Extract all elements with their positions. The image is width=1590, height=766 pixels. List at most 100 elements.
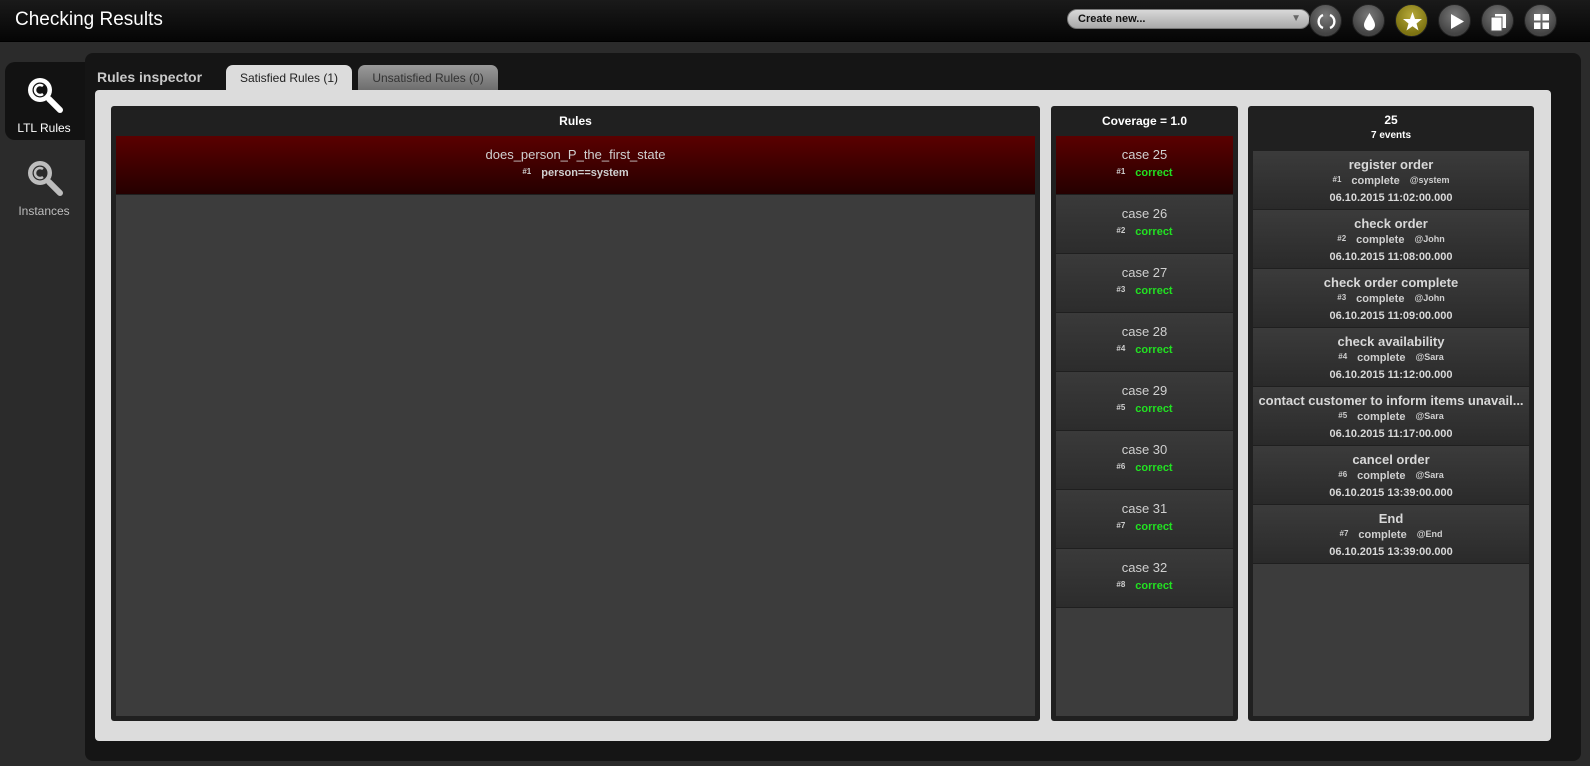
rule-name: does_person_P_the_first_state — [485, 147, 666, 162]
event-row[interactable]: contact customer to inform items unavail… — [1253, 387, 1529, 446]
rules-list: does_person_P_the_first_state #1 person==… — [116, 136, 1035, 716]
event-number: #2 — [1337, 234, 1347, 243]
rules-inspector-label: Rules inspector — [97, 69, 203, 85]
case-status: correct — [1135, 521, 1173, 533]
event-meta: #1 complete @system — [1253, 175, 1529, 187]
event-name: contact customer to inform items unavail… — [1258, 393, 1524, 408]
case-row[interactable]: case 32 #8 correct — [1056, 549, 1233, 608]
case-status: correct — [1135, 462, 1173, 474]
events-column: 25 7 events register order #1 complete @sy… — [1248, 106, 1534, 721]
case-row[interactable]: case 29 #5 correct — [1056, 372, 1233, 431]
event-name: check order — [1354, 216, 1428, 231]
event-row[interactable]: check availability #4 complete @Sara 06.10… — [1253, 328, 1529, 387]
sidebar-item-instances[interactable]: Instances — [5, 145, 85, 223]
case-name: case 28 — [1121, 324, 1168, 339]
case-status: correct — [1135, 580, 1173, 592]
case-row[interactable]: case 28 #4 correct — [1056, 313, 1233, 372]
event-number: #3 — [1337, 293, 1347, 302]
case-number: #1 — [1116, 167, 1126, 176]
event-meta: #5 complete @Sara — [1253, 411, 1529, 423]
event-resource: @End — [1416, 529, 1443, 539]
case-number: #6 — [1116, 462, 1126, 471]
rules-column: Rules does_person_P_the_first_state #1 pe… — [111, 106, 1040, 721]
event-lifecycle: complete — [1351, 175, 1400, 187]
case-detail: #3 correct — [1056, 285, 1233, 297]
event-number: #5 — [1338, 411, 1348, 420]
sidebar-item-ltl-rules[interactable]: LTL Rules — [5, 62, 85, 140]
case-row[interactable]: case 30 #6 correct — [1056, 431, 1233, 490]
tab-unsatisfied-rules[interactable]: Unsatisfied Rules (0) — [358, 65, 498, 91]
star-button[interactable] — [1395, 4, 1428, 37]
sidebar: LTL Rules Instances — [0, 42, 85, 766]
content-area: Rules does_person_P_the_first_state #1 pe… — [95, 90, 1551, 741]
event-timestamp: 06.10.2015 11:09:00.000 — [1329, 310, 1453, 322]
case-status: correct — [1135, 285, 1173, 297]
case-row[interactable]: case 25 #1 correct — [1056, 136, 1233, 195]
create-new-select[interactable]: Create new... ▼ — [1067, 9, 1310, 29]
event-resource: @John — [1414, 293, 1445, 303]
copy-icon — [1490, 14, 1506, 32]
dropdown-arrow-icon: ▼ — [1291, 13, 1301, 24]
events-case-id: 25 — [1384, 113, 1398, 127]
case-number: #2 — [1116, 226, 1126, 235]
case-name: case 25 — [1121, 147, 1168, 162]
event-number: #4 — [1338, 352, 1348, 361]
event-lifecycle: complete — [1357, 352, 1406, 364]
rule-number: #1 — [522, 167, 532, 176]
event-name: check order complete — [1323, 275, 1459, 290]
event-row[interactable]: register order #1 complete @system 06.10.2… — [1253, 151, 1529, 210]
grid-icon — [1534, 14, 1549, 29]
sync-icon — [1317, 13, 1336, 30]
create-new-label: Create new... — [1078, 13, 1146, 25]
event-name: check availability — [1337, 334, 1445, 349]
copy-button[interactable] — [1481, 4, 1514, 37]
sidebar-item-label: Instances — [18, 204, 70, 218]
event-row[interactable]: End #7 complete @End 06.10.2015 13:39:00.0… — [1253, 505, 1529, 564]
event-meta: #7 complete @End — [1253, 529, 1529, 541]
case-name: case 26 — [1121, 206, 1168, 221]
event-row[interactable]: check order #2 complete @John 06.10.2015 1… — [1253, 210, 1529, 269]
play-button[interactable] — [1438, 4, 1471, 37]
event-meta: #2 complete @John — [1253, 234, 1529, 246]
event-meta: #4 complete @Sara — [1253, 352, 1529, 364]
event-lifecycle: complete — [1357, 470, 1406, 482]
event-row[interactable]: cancel order #6 complete @Sara 06.10.2015 … — [1253, 446, 1529, 505]
event-row[interactable]: check order complete #3 complete @John 06.… — [1253, 269, 1529, 328]
case-status: correct — [1135, 226, 1173, 238]
rules-header: Rules — [559, 114, 592, 128]
event-lifecycle: complete — [1357, 411, 1406, 423]
case-name: case 30 — [1121, 442, 1168, 457]
case-number: #8 — [1116, 580, 1126, 589]
search-icon — [28, 78, 63, 113]
sync-button[interactable] — [1309, 4, 1342, 37]
event-meta: #6 complete @Sara — [1253, 470, 1529, 482]
case-name: case 29 — [1121, 383, 1168, 398]
event-resource: @system — [1409, 175, 1450, 185]
case-detail: #7 correct — [1056, 521, 1233, 533]
case-row[interactable]: case 27 #3 correct — [1056, 254, 1233, 313]
events-count: 7 events — [1370, 130, 1412, 141]
rule-row[interactable]: does_person_P_the_first_state #1 person==… — [116, 136, 1035, 195]
case-detail: #1 correct — [1056, 167, 1233, 179]
case-row[interactable]: case 31 #7 correct — [1056, 490, 1233, 549]
event-timestamp: 06.10.2015 13:39:00.000 — [1329, 546, 1453, 558]
event-timestamp: 06.10.2015 11:17:00.000 — [1329, 428, 1453, 440]
top-bar: Checking Results Create new... ▼ — [0, 0, 1590, 42]
event-resource: @Sara — [1415, 352, 1444, 362]
case-detail: #8 correct — [1056, 580, 1233, 592]
drop-button[interactable] — [1352, 4, 1385, 37]
rule-expression: person==system — [541, 167, 629, 179]
tab-satisfied-rules[interactable]: Satisfied Rules (1) — [226, 65, 352, 91]
grid-button[interactable] — [1524, 4, 1557, 37]
event-number: #1 — [1332, 175, 1342, 184]
sidebar-item-label: LTL Rules — [17, 121, 71, 135]
case-detail: #5 correct — [1056, 403, 1233, 415]
star-icon — [1403, 12, 1422, 31]
coverage-list: case 25 #1 correct case 26 #2 correct case… — [1056, 136, 1233, 716]
event-resource: @Sara — [1415, 470, 1444, 480]
event-timestamp: 06.10.2015 11:08:00.000 — [1329, 251, 1453, 263]
play-icon — [1451, 14, 1464, 29]
case-row[interactable]: case 26 #2 correct — [1056, 195, 1233, 254]
events-list: register order #1 complete @system 06.10.2… — [1253, 151, 1529, 716]
case-detail: #4 correct — [1056, 344, 1233, 356]
